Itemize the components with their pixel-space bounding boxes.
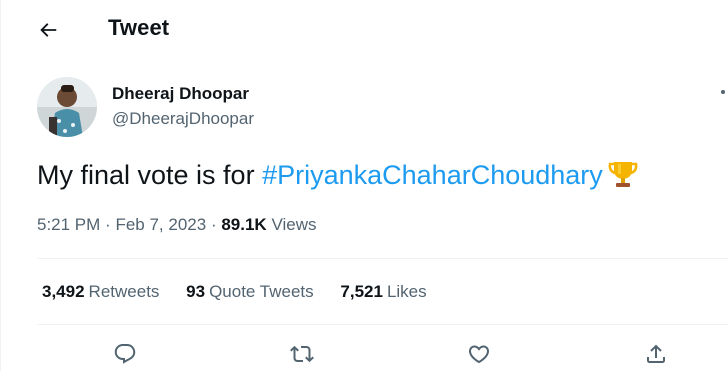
tweet-stats: 3,492 Retweets 93 Quote Tweets 7,521 Likes — [42, 282, 449, 302]
retweet-icon — [290, 345, 314, 363]
retweets-stat[interactable]: 3,492 Retweets — [42, 282, 159, 302]
hashtag-link[interactable]: #PriyankaChaharChoudhary — [262, 160, 603, 190]
header: Tweet — [0, 0, 728, 58]
trophy-icon — [607, 158, 639, 197]
views-count: 89.1K — [221, 215, 267, 234]
tweet-meta: 5:21 PM · Feb 7, 2023 · 89.1K Views — [37, 215, 317, 235]
back-button[interactable] — [30, 12, 66, 48]
divider — [37, 324, 728, 325]
page-title: Tweet — [108, 15, 170, 40]
share-icon — [647, 344, 665, 363]
likes-count: 7,521 — [340, 282, 383, 301]
retweet-button[interactable] — [287, 339, 317, 369]
likes-stat[interactable]: 7,521 Likes — [340, 282, 426, 302]
tweet-text-prefix: My final vote is for — [37, 160, 263, 190]
retweets-count: 3,492 — [42, 282, 85, 301]
quote-tweets-stat[interactable]: 93 Quote Tweets — [186, 282, 314, 302]
retweets-label: Retweets — [88, 282, 160, 301]
tweet-time[interactable]: 5:21 PM — [37, 215, 100, 234]
quotes-label: Quote Tweets — [209, 282, 314, 301]
quotes-count: 93 — [186, 282, 206, 301]
like-icon — [468, 345, 490, 364]
author-name[interactable]: Dheeraj Dhoopar — [112, 84, 249, 104]
avatar[interactable] — [37, 77, 97, 137]
tweet-date[interactable]: Feb 7, 2023 — [115, 215, 206, 234]
meta-separator: · — [210, 215, 217, 234]
tweet-text: My final vote is for #PriyankaChaharChou… — [37, 158, 639, 197]
reply-button[interactable] — [110, 339, 140, 369]
like-button[interactable] — [464, 339, 494, 369]
divider — [37, 258, 728, 259]
views-label: Views — [271, 215, 317, 234]
meta-separator: · — [105, 215, 111, 234]
more-options-icon[interactable] — [721, 90, 725, 94]
author-handle[interactable]: @DheerajDhoopar — [112, 109, 254, 129]
share-button[interactable] — [641, 339, 671, 369]
arrow-left-icon — [40, 23, 57, 37]
likes-label: Likes — [386, 282, 427, 301]
reply-icon — [114, 344, 136, 364]
